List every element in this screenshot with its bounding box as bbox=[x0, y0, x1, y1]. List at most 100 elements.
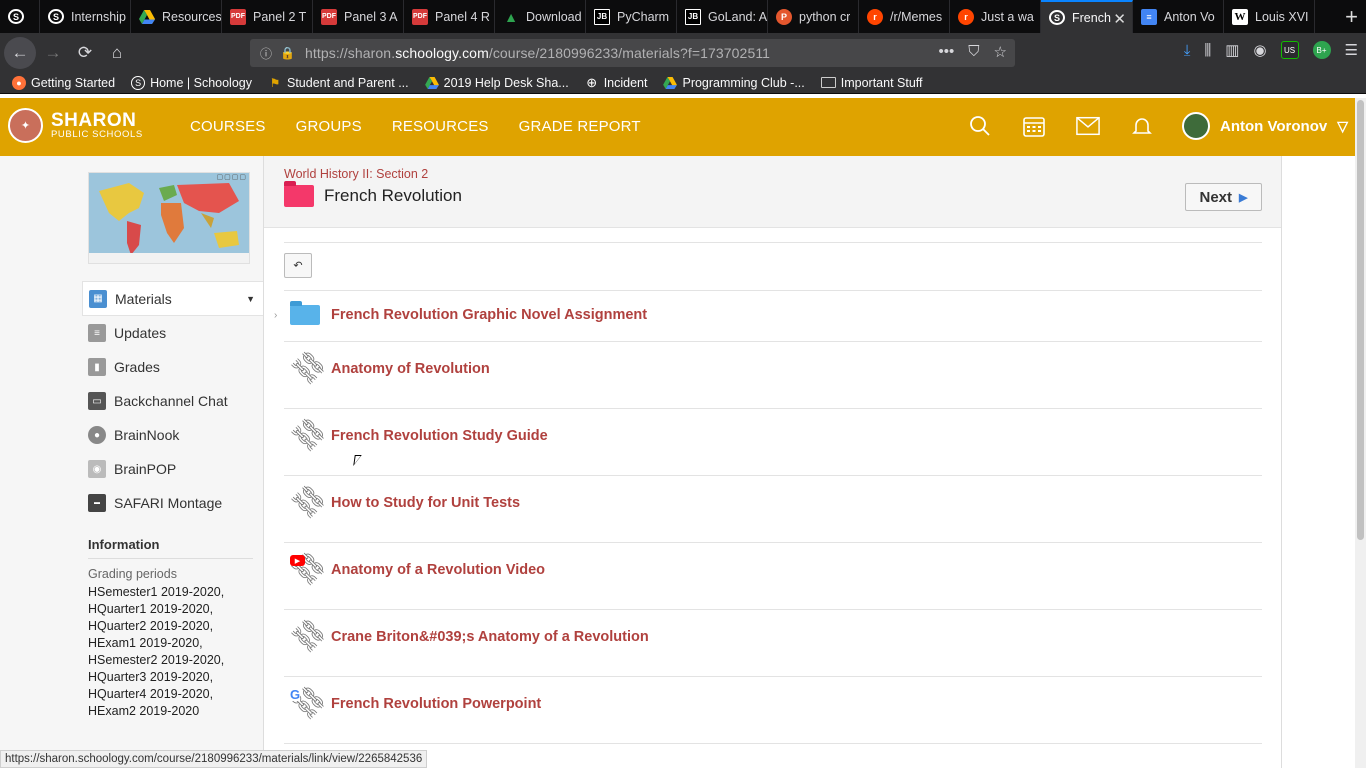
library-icon[interactable]: ⫼ bbox=[1204, 42, 1211, 59]
sidebar-item-brainnook[interactable]: ● BrainNook bbox=[82, 418, 263, 452]
course-image: ▢▢▢▢ bbox=[88, 172, 250, 264]
forward-icon[interactable]: → bbox=[38, 38, 68, 68]
browser-tab-title: Panel 4 R bbox=[435, 9, 490, 24]
grading-periods-list: HSemester1 2019-2020, HQuarter1 2019-202… bbox=[88, 584, 224, 720]
browser-tab[interactable]: S bbox=[0, 0, 40, 33]
browser-tab-active[interactable]: S French ✕ bbox=[1041, 0, 1133, 33]
bookmark-star-icon[interactable]: ☆ bbox=[994, 43, 1007, 61]
breadcrumb[interactable]: World History II: Section 2 bbox=[284, 167, 428, 181]
sidebar-icon[interactable]: ▥ bbox=[1225, 41, 1239, 59]
notifications-icon[interactable] bbox=[1130, 114, 1154, 138]
new-tab-icon[interactable]: + bbox=[1345, 4, 1358, 30]
material-link[interactable]: How to Study for Unit Tests bbox=[331, 495, 520, 511]
browser-tab[interactable]: JB PyCharm bbox=[586, 0, 677, 33]
sidebar-item-label: BrainNook bbox=[114, 427, 180, 443]
page-title: French Revolution bbox=[284, 181, 462, 207]
schoology-icon: S bbox=[1049, 10, 1065, 25]
info-icon[interactable]: ⓘ bbox=[260, 45, 272, 62]
menu-icon[interactable]: ☰ bbox=[1345, 41, 1358, 59]
sharon-logo[interactable]: ✦ SHARON PUBLIC SCHOOLS bbox=[8, 108, 143, 143]
bookmark-folder[interactable]: Important Stuff bbox=[820, 76, 923, 90]
bookmark-item[interactable]: ⊕ Incident bbox=[585, 75, 647, 90]
nav-groups[interactable]: GROUPS bbox=[296, 118, 362, 135]
stop-loading-icon[interactable]: ⟳ bbox=[70, 38, 100, 68]
browser-tab[interactable]: ▲ Download bbox=[495, 0, 586, 33]
material-link[interactable]: Anatomy of Revolution bbox=[331, 361, 490, 377]
next-button[interactable]: Next ▶ bbox=[1185, 183, 1262, 211]
home-icon[interactable]: ⌂ bbox=[102, 38, 132, 68]
lock-icon[interactable]: 🔒 bbox=[280, 46, 295, 60]
calendar-icon[interactable] bbox=[1022, 114, 1046, 138]
browser-tab[interactable]: P python cr bbox=[768, 0, 859, 33]
nav-grade-report[interactable]: GRADE REPORT bbox=[519, 118, 641, 135]
browser-tab[interactable]: Resources bbox=[131, 0, 222, 33]
site-header: ✦ SHARON PUBLIC SCHOOLS COURSES GROUPS R… bbox=[0, 98, 1355, 156]
messages-icon[interactable] bbox=[1076, 114, 1100, 138]
url-bar[interactable]: ⓘ 🔒 https://sharon.schoology.com/course/… bbox=[250, 39, 1015, 67]
google-drive-icon bbox=[424, 76, 439, 90]
material-row-link[interactable]: ⛓ How to Study for Unit Tests bbox=[284, 478, 1262, 524]
material-row-link[interactable]: ⛓ Anatomy of Revolution bbox=[284, 344, 1262, 390]
material-link[interactable]: French Revolution Graphic Novel Assignme… bbox=[331, 307, 647, 323]
link-icon: ⛓ bbox=[286, 344, 332, 390]
browser-tab-title: Resources bbox=[162, 9, 221, 24]
browser-tab-title: Download bbox=[526, 9, 582, 24]
browser-tab[interactable]: S Internship bbox=[40, 0, 131, 33]
bookmark-item[interactable]: 2019 Help Desk Sha... bbox=[424, 76, 569, 90]
divider bbox=[284, 743, 1262, 744]
material-row-link[interactable]: ▶ ⛓ Anatomy of a Revolution Video bbox=[284, 545, 1262, 590]
extension-grade-icon[interactable]: B+ bbox=[1312, 41, 1331, 59]
user-menu[interactable]: Anton Voronov ▽ bbox=[1182, 112, 1348, 140]
material-row-folder[interactable]: › French Revolution Graphic Novel Assign… bbox=[274, 299, 1262, 331]
chevron-right-icon[interactable]: › bbox=[274, 310, 277, 321]
scrollbar-thumb[interactable] bbox=[1357, 100, 1364, 540]
material-link[interactable]: Crane Briton&#039;s Anatomy of a Revolut… bbox=[331, 629, 649, 645]
brainpop-icon: ◉ bbox=[88, 460, 106, 478]
sidebar-item-updates[interactable]: ≡ Updates bbox=[82, 316, 263, 350]
material-row-link[interactable]: G ⛓ French Revolution Powerpoint bbox=[284, 679, 1262, 724]
browser-tab[interactable]: ≡ Anton Vo bbox=[1133, 0, 1224, 33]
sidebar-item-grades[interactable]: ▮ Grades bbox=[82, 350, 263, 384]
dropdown-arrow-icon[interactable]: ▼ bbox=[246, 294, 255, 304]
bookmark-item[interactable]: ⚑ Student and Parent ... bbox=[268, 76, 409, 90]
back-icon[interactable]: ← bbox=[4, 37, 36, 69]
material-link[interactable]: French Revolution Study Guide bbox=[331, 428, 548, 444]
extension-us-icon[interactable]: US bbox=[1280, 41, 1299, 59]
page-actions-icon[interactable]: ••• bbox=[939, 43, 955, 61]
bookmark-item[interactable]: S Home | Schoology bbox=[131, 75, 252, 90]
sidebar-item-backchannel-chat[interactable]: ▭ Backchannel Chat bbox=[82, 384, 263, 418]
pdf-icon: PDF bbox=[412, 8, 428, 25]
browser-tab[interactable]: PDF Panel 2 T bbox=[222, 0, 313, 33]
back-up-button[interactable]: ↶ bbox=[284, 253, 312, 278]
search-icon[interactable] bbox=[968, 114, 992, 138]
material-link[interactable]: Anatomy of a Revolution Video bbox=[331, 562, 545, 578]
material-row-link[interactable]: ⛓ Crane Briton&#039;s Anatomy of a Revol… bbox=[284, 612, 1262, 657]
logo-subtitle: PUBLIC SCHOOLS bbox=[51, 129, 143, 141]
browser-tab[interactable]: JB GoLand: A bbox=[677, 0, 768, 33]
grading-period: HSemester2 2019-2020, bbox=[88, 653, 225, 667]
sidebar-item-label: Updates bbox=[114, 325, 167, 341]
nav-resources[interactable]: RESOURCES bbox=[392, 118, 489, 135]
material-link[interactable]: French Revolution Powerpoint bbox=[331, 696, 541, 712]
link-icon: ⛓ bbox=[286, 478, 332, 524]
browser-tab[interactable]: r Just a wa bbox=[950, 0, 1041, 33]
downloads-icon[interactable]: ⤓ bbox=[1184, 42, 1191, 59]
sidebar-item-safari-montage[interactable]: ▬ SAFARI Montage bbox=[82, 486, 263, 520]
bookmark-item[interactable]: ● Getting Started bbox=[12, 75, 115, 90]
browser-tab[interactable]: r /r/Memes bbox=[859, 0, 950, 33]
sidebar-item-brainpop[interactable]: ◉ BrainPOP bbox=[82, 452, 263, 486]
account-icon[interactable]: ◉ bbox=[1253, 41, 1266, 59]
divider bbox=[284, 676, 1262, 677]
browser-tab[interactable]: PDF Panel 3 A bbox=[313, 0, 404, 33]
bookmark-item[interactable]: Programming Club -... bbox=[663, 76, 805, 90]
browser-tab[interactable]: W Louis XVI bbox=[1224, 0, 1315, 33]
browser-tab[interactable]: PDF Panel 4 R bbox=[404, 0, 495, 33]
pocket-icon[interactable]: ⛉ bbox=[968, 43, 979, 61]
browser-tab-title: Anton Vo bbox=[1164, 9, 1215, 24]
close-tab-icon[interactable]: ✕ bbox=[1113, 10, 1126, 28]
nav-courses[interactable]: COURSES bbox=[190, 118, 266, 135]
browser-tab-bar: S S Internship Resources PDF Panel 2 T P… bbox=[0, 0, 1366, 33]
pdf-icon: PDF bbox=[230, 8, 246, 25]
sidebar-item-materials[interactable]: ▦ Materials ▼ bbox=[82, 281, 263, 316]
material-row-link[interactable]: ⛓ French Revolution Study Guide bbox=[284, 411, 1262, 456]
